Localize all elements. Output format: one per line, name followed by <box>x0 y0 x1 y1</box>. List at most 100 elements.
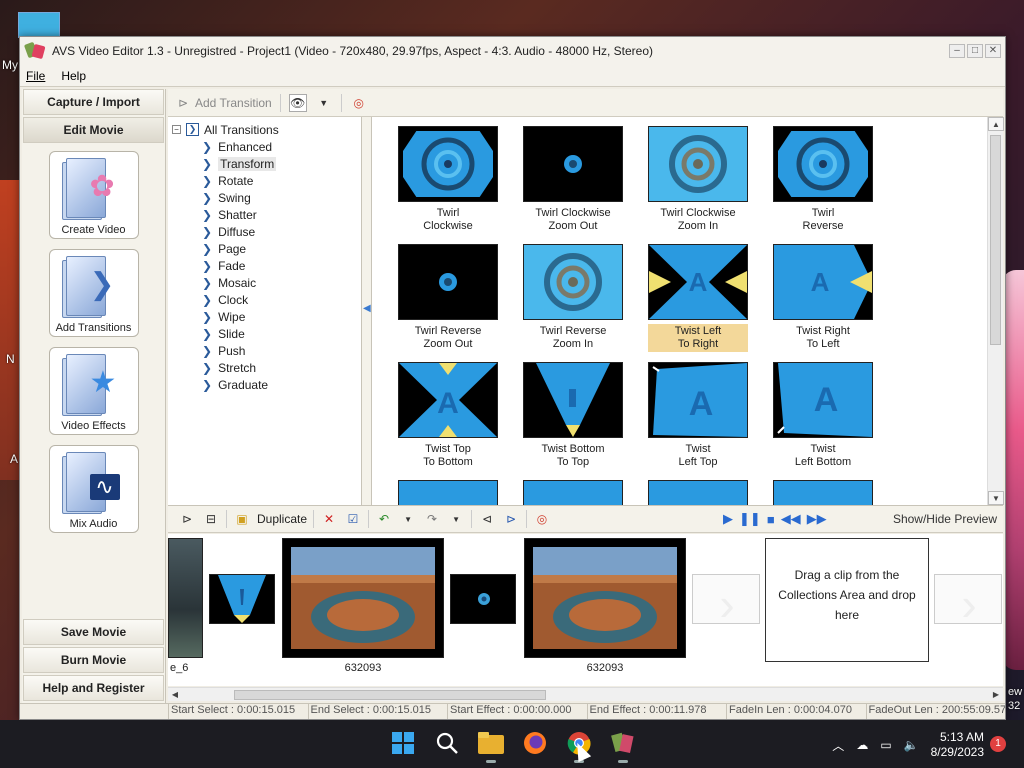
scrollbar-thumb[interactable] <box>234 690 546 700</box>
transition-thumbnail[interactable] <box>523 480 623 505</box>
chevron-up-icon[interactable]: ︿ <box>832 737 844 754</box>
start-button[interactable] <box>388 728 418 758</box>
firefox-button[interactable] <box>520 728 550 758</box>
tree-item-wipe[interactable]: ❯ Wipe <box>168 308 361 325</box>
mix-audio-tool[interactable]: ∿ Mix Audio <box>48 445 139 533</box>
transition-thumbnail[interactable]: A Twist Left Bottom <box>773 362 873 470</box>
scroll-right-icon[interactable]: ▶ <box>989 688 1003 702</box>
fast-forward-icon[interactable]: ▶▶ <box>807 511 827 527</box>
menu-help[interactable]: Help <box>61 69 86 83</box>
volume-icon[interactable]: 🔈 <box>904 738 919 752</box>
menu-file[interactable]: File <box>26 69 45 83</box>
pause-icon[interactable]: ❚❚ <box>739 511 761 527</box>
transition-thumbnail[interactable]: Twirl Reverse <box>773 126 873 234</box>
file-explorer-button[interactable] <box>476 728 506 763</box>
video-clip[interactable] <box>282 538 444 658</box>
tree-item-graduate[interactable]: ❯ Graduate <box>168 376 361 393</box>
select-all-icon[interactable]: ☑ <box>344 510 362 528</box>
duplicate-button[interactable]: Duplicate <box>257 512 307 526</box>
title-bar[interactable]: AVS Video Editor 1.3 - Unregistred - Pro… <box>20 37 1005 65</box>
video-clip[interactable] <box>524 538 686 658</box>
transition-thumbnail[interactable]: A Twist Right To Left <box>773 244 873 352</box>
close-button[interactable]: ✕ <box>985 44 1001 58</box>
transition-thumbnail[interactable]: Twirl Clockwise Zoom Out <box>523 126 623 234</box>
drop-zone[interactable]: Drag a clip from the Collections Area an… <box>765 538 929 662</box>
desktop-icon[interactable] <box>18 12 60 38</box>
capture-import-button[interactable]: Capture / Import <box>23 89 164 115</box>
burn-movie-button[interactable]: Burn Movie <box>23 647 164 673</box>
minimize-button[interactable]: – <box>949 44 965 58</box>
tree-item-diffuse[interactable]: ❯ Diffuse <box>168 223 361 240</box>
help-lifebuoy-icon[interactable]: ◎ <box>533 510 551 528</box>
transition-thumbnail[interactable]: Twist Bottom To Top <box>523 362 623 470</box>
video-clip[interactable] <box>168 538 203 658</box>
scroll-down-icon[interactable]: ▼ <box>988 491 1004 505</box>
transition-placeholder[interactable] <box>934 574 1002 631</box>
redo-icon[interactable]: ↷ <box>423 510 441 528</box>
transition-thumbnail[interactable]: Twirl Reverse Zoom In <box>523 244 623 352</box>
show-hide-preview-button[interactable]: Show/Hide Preview <box>893 512 997 526</box>
scrollbar-thumb[interactable] <box>990 135 1001 345</box>
collapse-icon[interactable]: − <box>172 125 181 134</box>
tree-item-page[interactable]: ❯ Page <box>168 240 361 257</box>
transition-thumbnail[interactable]: A Twist Left Top <box>648 362 748 470</box>
transition-clip[interactable] <box>450 574 516 624</box>
clock[interactable]: 5:13 AM 8/29/2023 <box>931 730 984 760</box>
tree-item-fade[interactable]: ❯ Fade <box>168 257 361 274</box>
scroll-left-icon[interactable]: ◀ <box>168 688 182 702</box>
save-movie-button[interactable]: Save Movie <box>23 619 164 645</box>
help-register-button[interactable]: Help and Register <box>23 675 164 701</box>
transition-placeholder[interactable] <box>692 574 760 631</box>
chevron-down-icon[interactable]: ▼ <box>399 510 417 528</box>
tree-item-transform[interactable]: ❯ Transform <box>168 155 361 172</box>
transition-thumbnail[interactable] <box>398 480 498 505</box>
split-left-icon[interactable]: ⊲ <box>478 510 496 528</box>
tree-item-mosaic[interactable]: ❯ Mosaic <box>168 274 361 291</box>
transition-thumbnail[interactable]: Twirl Reverse Zoom Out <box>398 244 498 352</box>
transition-thumbnail[interactable]: Twirl Clockwise Zoom In <box>648 126 748 234</box>
tree-item-push[interactable]: ❯ Push <box>168 342 361 359</box>
edit-movie-button[interactable]: Edit Movie <box>23 117 164 143</box>
play-icon[interactable]: ▶ <box>723 511 733 527</box>
chevron-down-icon[interactable]: ▼ <box>315 94 333 112</box>
timeline-view-icon[interactable]: ⊟ <box>202 510 220 528</box>
avs-editor-taskbar-button[interactable] <box>608 728 638 763</box>
search-button[interactable] <box>432 728 462 758</box>
rewind-icon[interactable]: ◀◀ <box>781 511 801 527</box>
tree-item-stretch[interactable]: ❯ Stretch <box>168 359 361 376</box>
stop-icon[interactable]: ■ <box>767 512 775 527</box>
split-right-icon[interactable]: ⊳ <box>502 510 520 528</box>
onedrive-icon[interactable]: ☁ <box>856 738 868 752</box>
tree-item-shatter[interactable]: ❯ Shatter <box>168 206 361 223</box>
add-transition-button[interactable]: ⊳ Add Transition <box>174 94 272 112</box>
tree-item-rotate[interactable]: ❯ Rotate <box>168 172 361 189</box>
timeline-scrollbar[interactable]: ◀ ▶ <box>168 687 1003 701</box>
add-transitions-tool[interactable]: ❯ Add Transitions <box>48 249 139 337</box>
collapse-left-icon[interactable]: ◀ <box>363 303 371 314</box>
transition-thumbnail[interactable] <box>648 480 748 505</box>
gallery-scrollbar[interactable]: ▲ ▼ <box>987 117 1004 505</box>
tree-item-enhanced[interactable]: ❯ Enhanced <box>168 138 361 155</box>
delete-icon[interactable]: ✕ <box>320 510 338 528</box>
create-video-tool[interactable]: ✿ Create Video <box>48 151 139 239</box>
tree-item-clock[interactable]: ❯ Clock <box>168 291 361 308</box>
notification-badge[interactable]: 1 <box>990 736 1006 752</box>
tree-item-slide[interactable]: ❯ Slide <box>168 325 361 342</box>
scroll-up-icon[interactable]: ▲ <box>988 117 1004 131</box>
storyboard-view-icon[interactable]: ⊳ <box>178 510 196 528</box>
network-icon[interactable]: ▭ <box>880 738 891 752</box>
view-icon[interactable]: 👁 <box>288 93 307 112</box>
help-lifebuoy-icon[interactable]: ◎ <box>350 94 368 112</box>
transition-thumbnail[interactable]: Twirl Clockwise <box>398 126 498 234</box>
chevron-down-icon[interactable]: ▼ <box>447 510 465 528</box>
maximize-button[interactable]: □ <box>967 44 983 58</box>
tree-item-swing[interactable]: ❯ Swing <box>168 189 361 206</box>
transition-thumbnail[interactable]: A Twist Top To Bottom <box>398 362 498 470</box>
undo-icon[interactable]: ↶ <box>375 510 393 528</box>
panel-splitter[interactable]: ◀ <box>362 117 372 505</box>
transition-thumbnail[interactable]: A Twist Left To Right <box>648 244 748 352</box>
transition-clip[interactable] <box>209 574 275 624</box>
tree-root[interactable]: − ❯ All Transitions <box>168 121 361 138</box>
video-effects-tool[interactable]: ★ Video Effects <box>48 347 139 435</box>
transition-thumbnail[interactable] <box>773 480 873 505</box>
